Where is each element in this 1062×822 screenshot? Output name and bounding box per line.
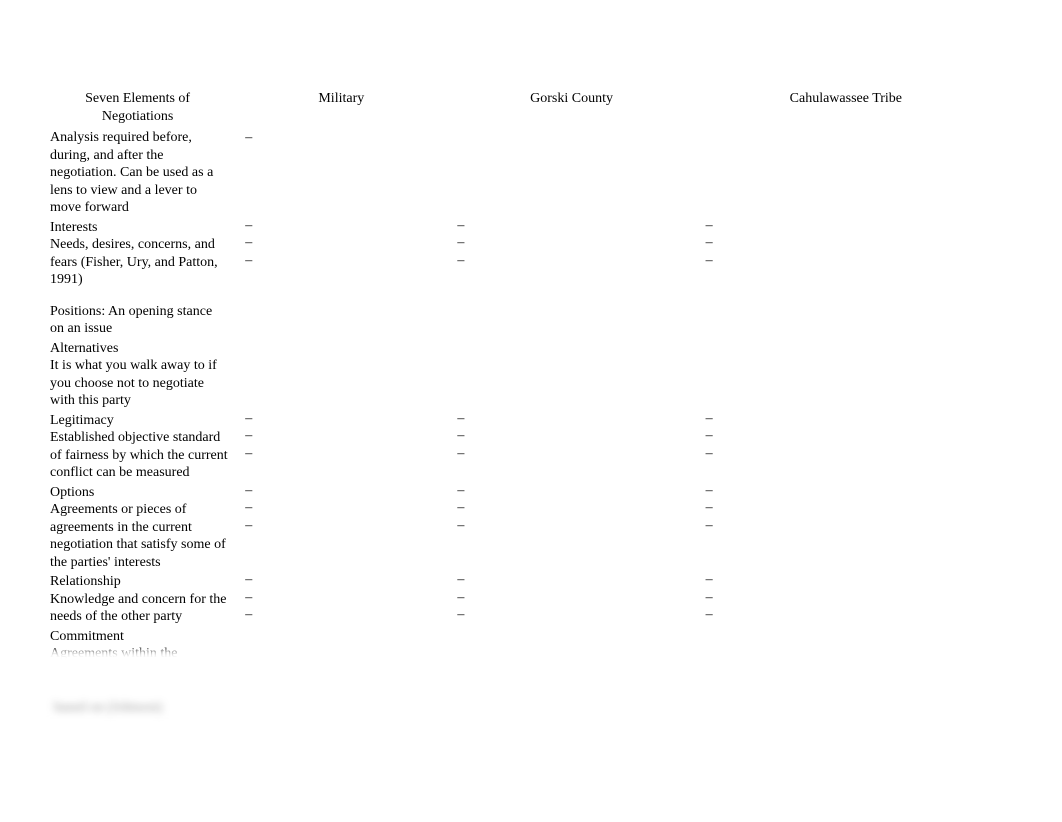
options-title: Options: [40, 482, 235, 502]
legitimacy-title: Legitimacy: [40, 410, 235, 430]
options-military: – – –: [235, 482, 447, 572]
interests-desc1: Needs, desires, concerns, and fears (Fis…: [40, 236, 235, 289]
analysis-desc: Analysis required before, during, and af…: [40, 129, 235, 217]
relationship-military: – – –: [235, 571, 447, 626]
header-cahulawassee: Cahulawassee Tribe: [696, 90, 996, 129]
legitimacy-military: – – –: [235, 410, 447, 482]
options-tribe: – – –: [696, 482, 996, 572]
table-header-row: Seven Elements of Negotiations Military …: [40, 90, 996, 129]
table-row: Commitment: [40, 626, 996, 646]
table-row: Alternatives: [40, 338, 996, 358]
negotiation-table: Seven Elements of Negotiations Military …: [40, 90, 996, 663]
alternatives-tribe: [696, 338, 996, 410]
commitment-military: [235, 626, 447, 663]
interests-gorski: – – –: [447, 217, 695, 338]
options-gorski: – – –: [447, 482, 695, 572]
interests-tribe: – – –: [696, 217, 996, 338]
table-row: Interests – – – – – – – – –: [40, 217, 996, 237]
relationship-tribe: – – –: [696, 571, 996, 626]
commitment-gorski: [447, 626, 695, 663]
alternatives-military: [235, 338, 447, 410]
commitment-title: Commitment: [40, 626, 235, 646]
legitimacy-tribe: – – –: [696, 410, 996, 482]
relationship-desc: Knowledge and concern for the needs of t…: [40, 591, 235, 626]
table-row: Analysis required before, during, and af…: [40, 129, 996, 217]
commitment-tribe: [696, 626, 996, 663]
relationship-title: Relationship: [40, 571, 235, 591]
options-desc: Agreements or pieces of agreements in th…: [40, 501, 235, 571]
header-elements: Seven Elements of Negotiations: [40, 90, 235, 129]
legitimacy-gorski: – – –: [447, 410, 695, 482]
analysis-military: –: [235, 129, 447, 217]
table-row: Options – – – – – – – – –: [40, 482, 996, 502]
table-row: Relationship – – – – – – – – –: [40, 571, 996, 591]
negotiation-table-container: Seven Elements of Negotiations Military …: [40, 90, 996, 663]
interests-title: Interests: [40, 217, 235, 237]
alternatives-gorski: [447, 338, 695, 410]
interests-desc2: Positions: An opening stance on an issue: [40, 289, 235, 338]
relationship-gorski: – – –: [447, 571, 695, 626]
analysis-tribe: [696, 129, 996, 217]
header-military: Military: [235, 90, 447, 129]
analysis-gorski: [447, 129, 695, 217]
interests-military: – – –: [235, 217, 447, 338]
header-gorski: Gorski County: [447, 90, 695, 129]
legitimacy-desc: Established objective standard of fairne…: [40, 429, 235, 482]
alternatives-desc: It is what you walk away to if you choos…: [40, 357, 235, 410]
alternatives-title: Alternatives: [40, 338, 235, 358]
table-row: Legitimacy – – – – – – – – –: [40, 410, 996, 430]
commitment-desc: Agreements within the: [40, 645, 235, 663]
